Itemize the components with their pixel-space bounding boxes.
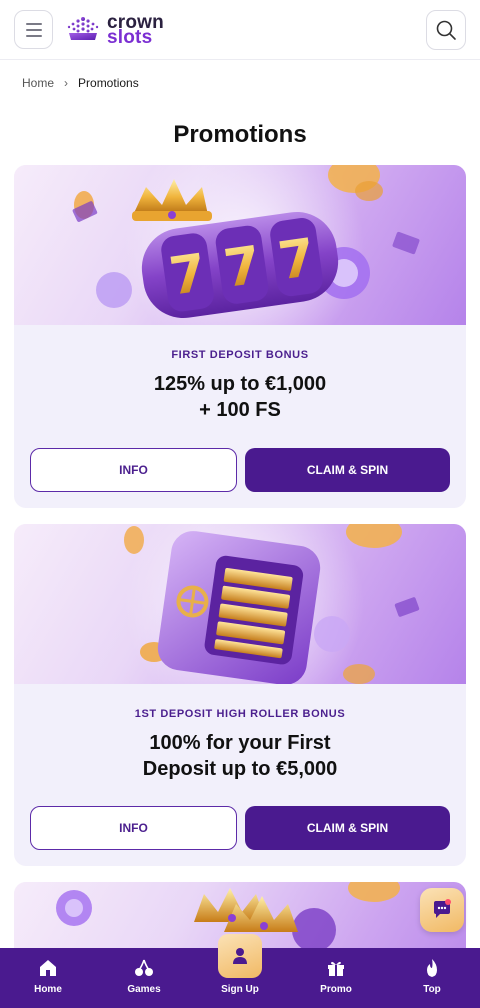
- promo-info-button[interactable]: INFO: [30, 806, 237, 850]
- home-icon: [40, 960, 56, 976]
- cherry-icon: [135, 959, 153, 976]
- breadcrumb-current: Promotions: [78, 76, 139, 90]
- breadcrumb: Home › Promotions: [22, 76, 139, 90]
- nav-item-promo[interactable]: Promo: [288, 948, 384, 1008]
- nav-label: Promo: [320, 984, 352, 995]
- promo-banner-vault: [14, 524, 466, 684]
- user-icon: [233, 948, 247, 964]
- promo-title-line1: 100% for your First: [149, 732, 331, 754]
- gift-icon: [328, 961, 344, 976]
- promo-title-line2: + 100 FS: [199, 399, 281, 421]
- nav-label: Top: [423, 984, 441, 995]
- menu-line: [25, 22, 42, 25]
- nav-item-home[interactable]: Home: [0, 948, 96, 1008]
- slot-machine-crown-illustration: 7 7 7: [72, 165, 420, 325]
- promo-claim-button[interactable]: CLAIM & SPIN: [245, 806, 450, 850]
- breadcrumb-home-link[interactable]: Home: [22, 76, 54, 90]
- promo-claim-button[interactable]: CLAIM & SPIN: [245, 448, 450, 492]
- hamburger-menu-button[interactable]: [14, 10, 53, 49]
- live-chat-button[interactable]: [420, 888, 464, 932]
- site-logo[interactable]: crown slots: [65, 13, 164, 48]
- nav-label: Sign Up: [221, 984, 259, 995]
- nav-label: Games: [127, 984, 161, 995]
- promo-tag: FIRST DEPOSIT BONUS: [171, 349, 309, 361]
- page-title: Promotions: [173, 121, 307, 148]
- crown-logo-icon: [67, 16, 99, 40]
- top-header: crown slots: [0, 0, 480, 60]
- logo-text-slots: slots: [107, 26, 153, 48]
- bottom-navigation: Home Games Sign Up Promo Top: [0, 934, 480, 1008]
- nav-item-games[interactable]: Games: [96, 948, 192, 1008]
- chevron-right-icon: ›: [64, 76, 69, 90]
- promo-banner-slot-reels: 7 7 7: [14, 165, 466, 325]
- promo-title-line1: 125% up to €1,000: [153, 373, 327, 395]
- chat-bubble-icon: [434, 899, 451, 918]
- promo-title-line2: Deposit up to €5,000: [142, 758, 338, 780]
- nav-item-top[interactable]: Top: [384, 948, 480, 1008]
- menu-line: [25, 28, 42, 31]
- menu-line: [25, 34, 42, 37]
- search-button[interactable]: [426, 9, 466, 50]
- signup-highlight: [218, 934, 262, 978]
- flame-icon: [427, 959, 437, 977]
- nav-item-signup[interactable]: Sign Up: [192, 934, 288, 1008]
- nav-label: Home: [34, 984, 62, 995]
- gold-vault-illustration: [124, 524, 420, 684]
- promo-card-first-deposit: 7 7 7 FIRST DEPOSIT BONUS 125% up to €1,…: [14, 165, 466, 508]
- promo-info-button[interactable]: INFO: [30, 448, 237, 492]
- search-icon: [436, 20, 456, 40]
- promo-tag: 1ST DEPOSIT HIGH ROLLER BONUS: [134, 708, 346, 720]
- promo-card-high-roller: 1ST DEPOSIT HIGH ROLLER BONUS 100% for y…: [14, 524, 466, 866]
